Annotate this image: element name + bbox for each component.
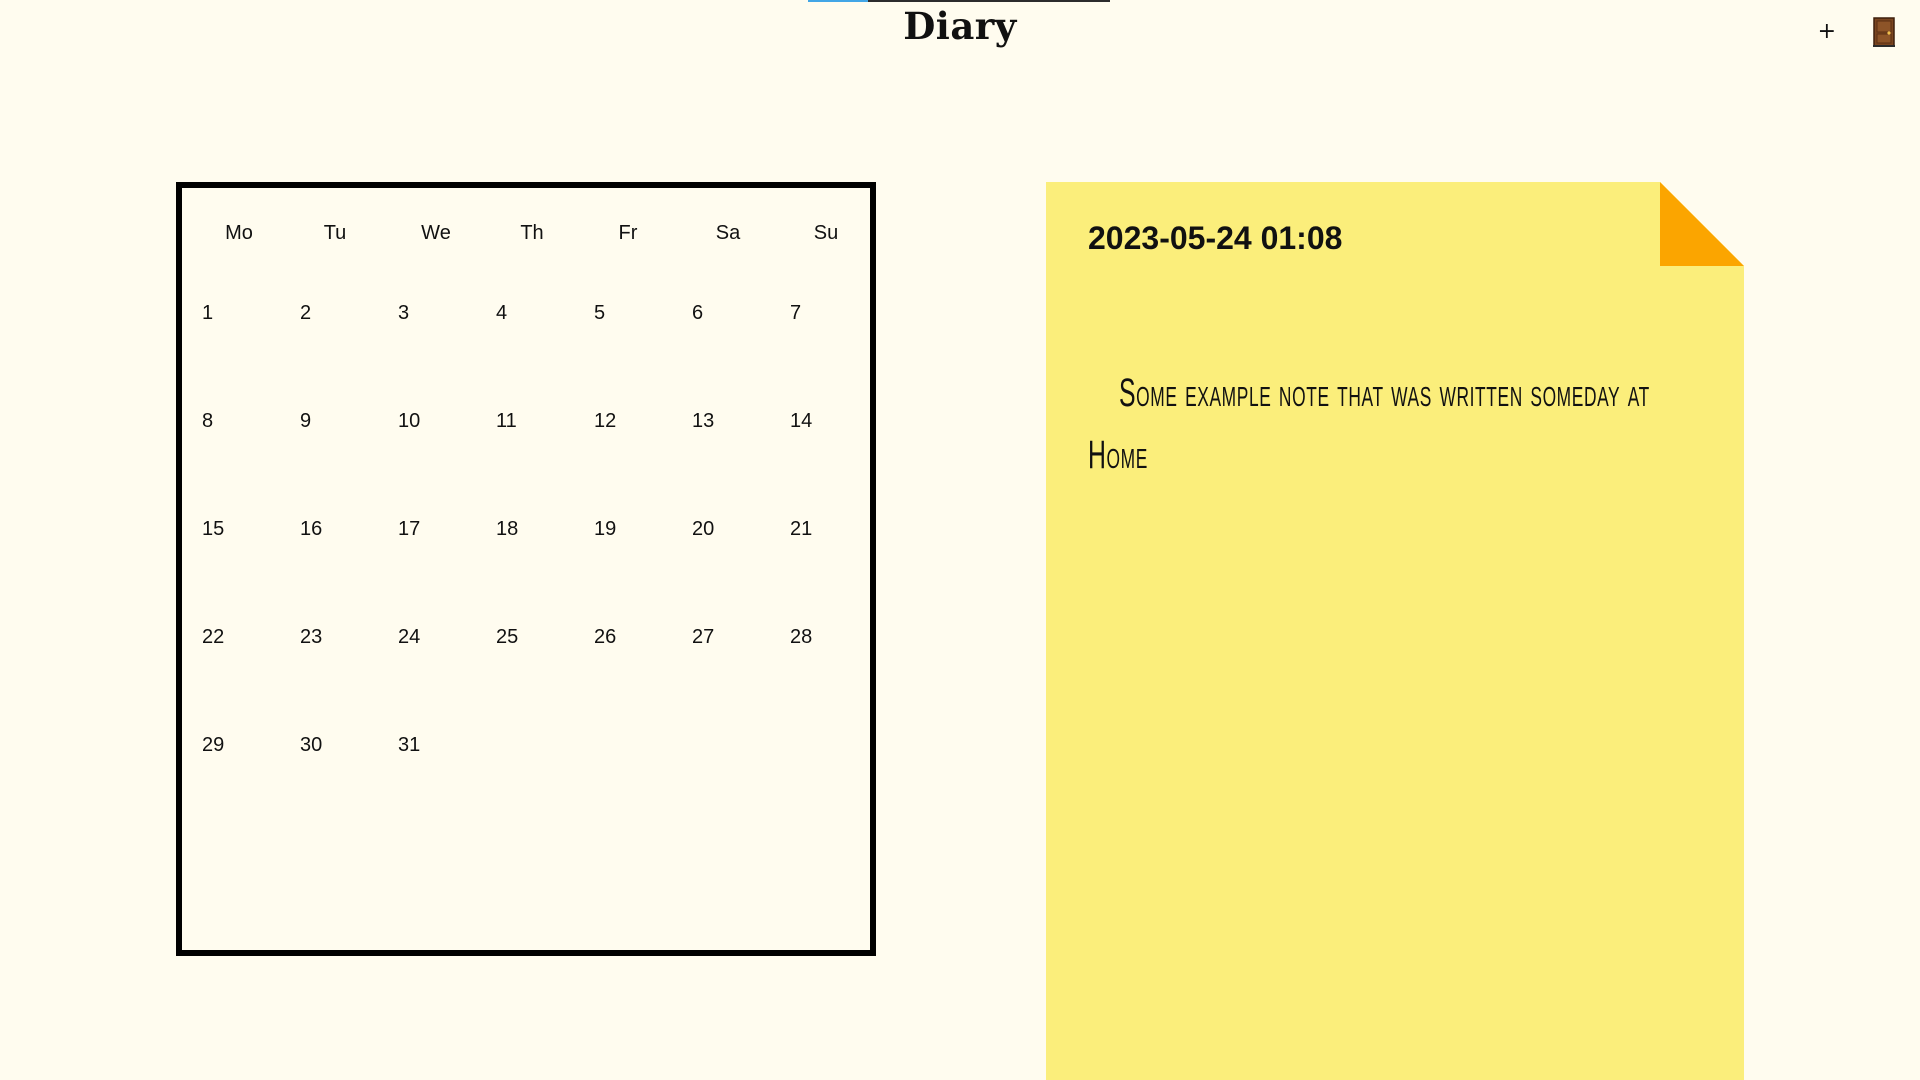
calendar-day-13[interactable]: 13 (692, 406, 782, 486)
calendar-day-16[interactable]: 16 (300, 514, 390, 594)
calendar-day-20[interactable]: 20 (692, 514, 782, 594)
calendar-day-22[interactable]: 22 (202, 622, 292, 702)
calendar-day-27[interactable]: 27 (692, 622, 782, 702)
calendar-day-21[interactable]: 21 (790, 514, 880, 594)
calendar-day-7[interactable]: 7 (790, 298, 880, 378)
note-card: 2023-05-24 01:08 Some example note that … (1046, 182, 1744, 1080)
note-fold-corner (1660, 182, 1744, 266)
calendar-day-19[interactable]: 19 (594, 514, 684, 594)
calendar-day-11[interactable]: 11 (496, 406, 586, 486)
calendar-day-8[interactable]: 8 (202, 406, 292, 486)
calendar-day-9[interactable]: 9 (300, 406, 390, 486)
calendar-day-26[interactable]: 26 (594, 622, 684, 702)
calendar-day-12[interactable]: 12 (594, 406, 684, 486)
calendar: Mo Tu We Th Fr Sa Su 1 2 3 4 5 6 7 8 9 10 11 12 13 14 15 16 17… (176, 182, 876, 956)
calendar-day-6[interactable]: 6 (692, 298, 782, 378)
add-entry-button[interactable]: + (1814, 14, 1840, 50)
calendar-day-29[interactable]: 29 (202, 730, 292, 810)
calendar-day-4[interactable]: 4 (496, 298, 586, 378)
note-text[interactable]: Some example note that was written somed… (1088, 362, 1668, 486)
logout-button[interactable] (1866, 14, 1902, 50)
calendar-day-25[interactable]: 25 (496, 622, 586, 702)
page-title: Diary (903, 4, 1017, 48)
door-icon (1873, 17, 1895, 47)
calendar-day-1[interactable]: 1 (202, 298, 292, 378)
top-actions: + (1814, 14, 1902, 50)
calendar-day-2[interactable]: 2 (300, 298, 390, 378)
calendar-days: 1 2 3 4 5 6 7 8 9 10 11 12 13 14 15 16 17 18 19 20 21 22 23 24 2… (182, 188, 870, 950)
calendar-day-10[interactable]: 10 (398, 406, 488, 486)
calendar-day-18[interactable]: 18 (496, 514, 586, 594)
calendar-day-31[interactable]: 31 (398, 730, 488, 810)
note-datetime: 2023-05-24 01:08 (1088, 220, 1343, 256)
calendar-day-15[interactable]: 15 (202, 514, 292, 594)
calendar-day-30[interactable]: 30 (300, 730, 390, 810)
calendar-day-24[interactable]: 24 (398, 622, 488, 702)
calendar-day-23[interactable]: 23 (300, 622, 390, 702)
calendar-day-5[interactable]: 5 (594, 298, 684, 378)
calendar-day-14[interactable]: 14 (790, 406, 880, 486)
calendar-day-3[interactable]: 3 (398, 298, 488, 378)
calendar-day-17[interactable]: 17 (398, 514, 488, 594)
calendar-day-28[interactable]: 28 (790, 622, 880, 702)
